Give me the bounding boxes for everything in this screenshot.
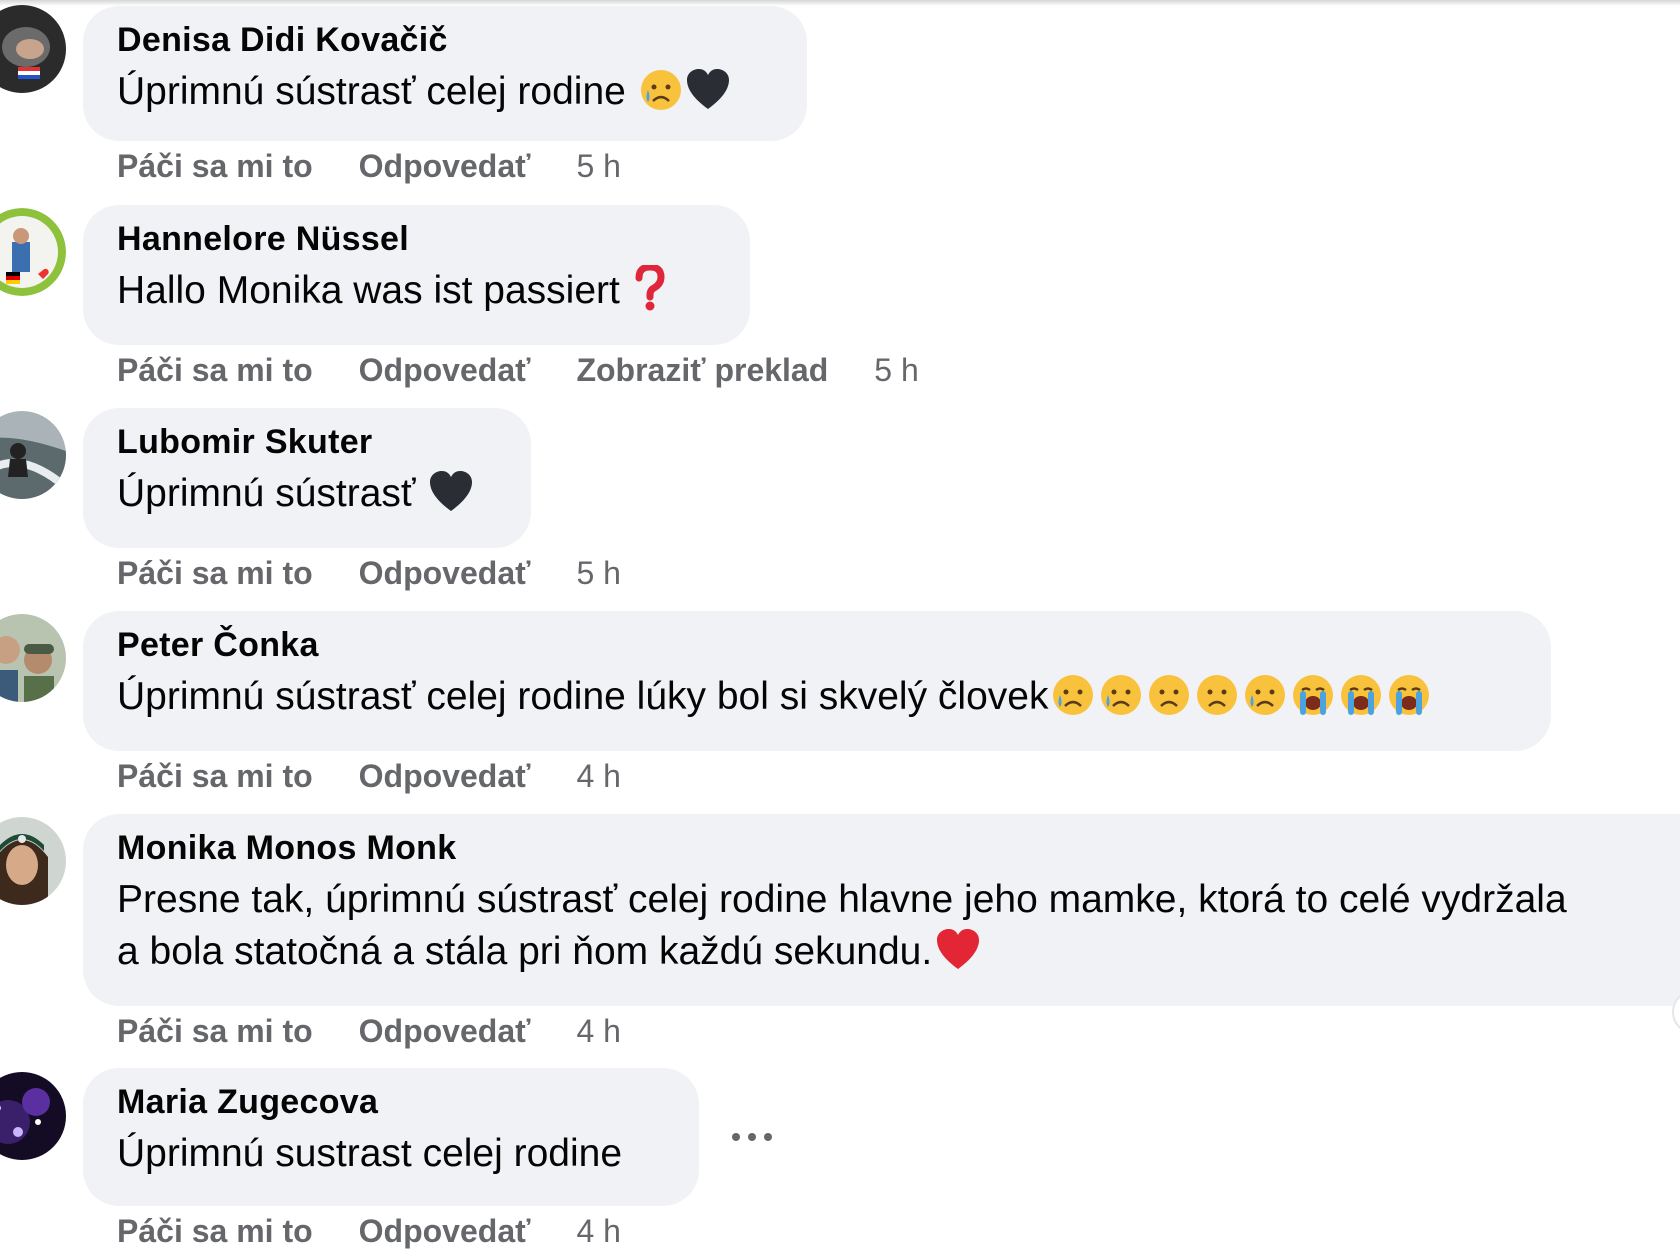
more-options-button[interactable]	[732, 1122, 772, 1152]
comment-actions: Páči sa mi to Odpovedať 4 h	[117, 756, 621, 796]
comment-bubble: Lubomir Skuter Úprimnú sústrasť	[83, 408, 531, 548]
comment-text: Úprimnú sustrast celej rodine	[117, 1132, 623, 1175]
comment-author[interactable]: Hannelore Nüssel	[117, 219, 716, 259]
comment-text: Úprimnú sústrasť celej rodine lúky bol s…	[117, 671, 1517, 731]
like-button[interactable]: Páči sa mi to	[117, 756, 313, 796]
more-dot-icon	[748, 1133, 756, 1141]
sad-face-icon	[1194, 673, 1240, 731]
comment-author[interactable]: Peter Čonka	[117, 625, 1517, 665]
more-dot-icon	[732, 1133, 740, 1141]
comment-text-line: Presne tak, úprimnú sústrasť celej rodin…	[117, 878, 1567, 921]
reply-button[interactable]: Odpovedať	[359, 146, 531, 186]
red-heart-icon	[934, 928, 982, 986]
comment-text-line: a bola statočná a stála pri ňom každú se…	[117, 926, 1669, 986]
comment-bubble: Denisa Didi Kovačič Úprimnú sústrasť cel…	[83, 6, 807, 141]
reply-button[interactable]: Odpovedať	[359, 756, 531, 796]
like-button[interactable]: Páči sa mi to	[117, 350, 313, 390]
like-button[interactable]: Páči sa mi to	[117, 146, 313, 186]
more-dot-icon	[764, 1133, 772, 1141]
comment-timestamp[interactable]: 4 h	[576, 756, 620, 796]
comment-bubble: Monika Monos Monk Presne tak, úprimnú sú…	[83, 814, 1680, 1006]
comment-actions: Páči sa mi to Odpovedať Zobraziť preklad…	[117, 350, 919, 390]
like-button[interactable]: Páči sa mi to	[117, 553, 313, 593]
comment-timestamp[interactable]: 4 h	[576, 1211, 620, 1251]
comments-page: Denisa Didi Kovačič Úprimnú sústrasť cel…	[0, 0, 1680, 1260]
reply-button[interactable]: Odpovedať	[359, 553, 531, 593]
loudly-crying-face-icon	[1386, 673, 1432, 731]
comment-timestamp[interactable]: 5 h	[576, 146, 620, 186]
crying-face-icon	[1098, 673, 1144, 731]
comment-actions: Páči sa mi to Odpovedať 5 h	[117, 553, 621, 593]
like-button[interactable]: Páči sa mi to	[117, 1011, 313, 1051]
comment-bubble: Peter Čonka Úprimnú sústrasť celej rodin…	[83, 611, 1551, 751]
reply-button[interactable]: Odpovedať	[359, 1011, 531, 1051]
avatar[interactable]	[0, 614, 66, 702]
avatar[interactable]	[0, 411, 66, 499]
crying-face-icon	[1242, 673, 1288, 731]
like-button[interactable]: Páči sa mi to	[117, 1211, 313, 1251]
comment-author[interactable]: Denisa Didi Kovačič	[117, 20, 773, 60]
black-heart-icon	[428, 470, 474, 528]
loudly-crying-face-icon	[1338, 673, 1384, 731]
show-translation-button[interactable]: Zobraziť preklad	[576, 350, 828, 390]
comment-bubble: Hannelore Nüssel Hallo Monika was ist pa…	[83, 205, 750, 345]
avatar[interactable]	[0, 5, 66, 93]
reply-button[interactable]: Odpovedať	[359, 350, 531, 390]
comment-author[interactable]: Lubomir Skuter	[117, 422, 497, 462]
comment-actions: Páči sa mi to Odpovedať 5 h	[117, 146, 621, 186]
comment-bubble: Maria Zugecova Úprimnú sustrast celej ro…	[83, 1068, 699, 1206]
comment-author[interactable]: Monika Monos Monk	[117, 828, 1669, 868]
comment-actions: Páči sa mi to Odpovedať 4 h	[117, 1011, 621, 1051]
crying-face-icon	[1050, 673, 1096, 731]
comment-text: Úprimnú sústrasť celej rodine	[117, 66, 773, 126]
comment-timestamp[interactable]: 4 h	[576, 1011, 620, 1051]
crying-face-icon	[639, 68, 683, 126]
comment-timestamp[interactable]: 5 h	[576, 553, 620, 593]
comment-actions: Páči sa mi to Odpovedať 4 h	[117, 1211, 621, 1251]
loudly-crying-face-icon	[1290, 673, 1336, 731]
black-heart-icon	[685, 68, 731, 126]
red-question-mark-icon	[633, 263, 667, 325]
avatar[interactable]	[0, 208, 66, 296]
comment-text: Presne tak, úprimnú sústrasť celej rodin…	[117, 874, 1669, 986]
comment-text: Hallo Monika was ist passiert	[117, 263, 716, 325]
sad-face-icon	[1146, 673, 1192, 731]
avatar[interactable]	[0, 1072, 66, 1160]
reply-button[interactable]: Odpovedať	[359, 1211, 531, 1251]
comment-text: Úprimnú sústrasť	[117, 468, 497, 528]
comment-timestamp[interactable]: 5 h	[874, 350, 918, 390]
avatar[interactable]	[0, 817, 66, 905]
comment-author[interactable]: Maria Zugecova	[117, 1082, 665, 1122]
